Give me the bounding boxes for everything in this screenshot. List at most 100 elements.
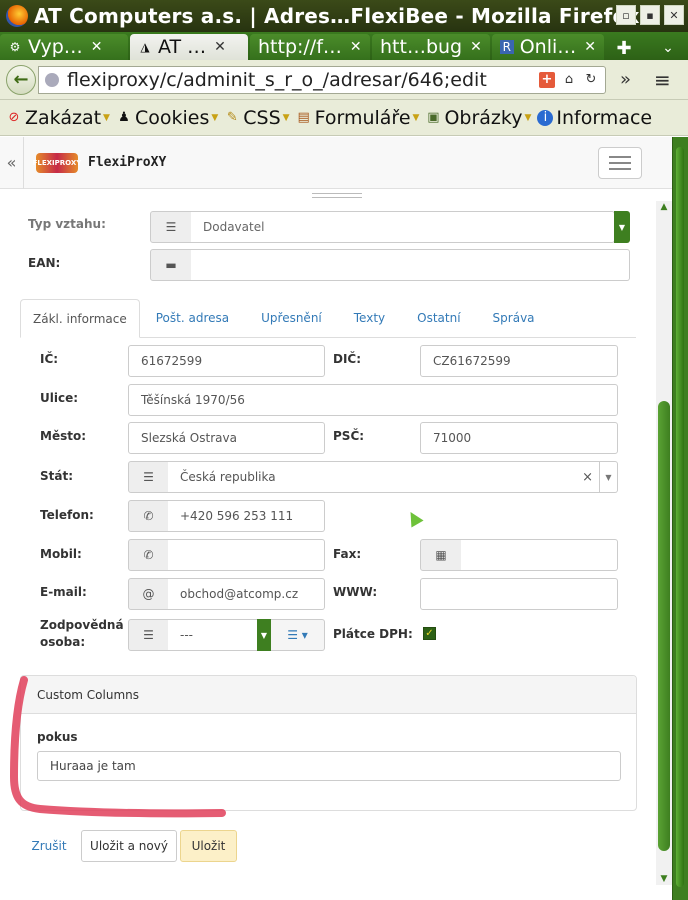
browser-tab[interactable]: http://f… ✕ (250, 34, 370, 60)
bookmark-informace[interactable]: i Informace (537, 107, 652, 129)
maximize-button[interactable]: ▪ (640, 5, 660, 25)
window-title: AT Computers a.s. | Adres…FlexiBee - Moz… (34, 4, 640, 28)
url-bar[interactable]: flexiproxy/c/adminit_s_r_o_/adresar/646;… (38, 65, 606, 94)
new-tab-icon[interactable]: ✚ (612, 36, 636, 60)
psc-label: PSČ: (333, 429, 365, 443)
caret-down-icon: ▼ (103, 112, 110, 123)
scroll-down-icon[interactable]: ▼ (656, 873, 672, 885)
telefon-label: Telefon: (40, 508, 94, 522)
add-bookmark-icon[interactable]: + (539, 71, 555, 88)
collapse-chevron-icon[interactable]: « (0, 137, 24, 189)
zodp-select[interactable]: --- (168, 619, 258, 651)
ulice-input[interactable]: Těšínská 1970/56 (128, 384, 618, 416)
r-icon: R (500, 40, 514, 54)
hamburger-menu-icon[interactable]: ≡ (654, 68, 676, 92)
tab-label: http://f… (258, 36, 342, 58)
mobil-label: Mobil: (40, 547, 82, 561)
dic-label: DIČ: (333, 352, 362, 366)
bookmark-css[interactable]: ✎ CSS ▼ (224, 106, 290, 129)
home-icon[interactable]: ⌂ (561, 72, 577, 88)
email-input[interactable]: obchod@atcomp.cz (168, 578, 325, 610)
phone-icon: ✆ (128, 500, 169, 532)
save-button[interactable]: Uložit (180, 830, 237, 862)
tab-texty[interactable]: Texty (338, 299, 401, 337)
bookmark-obrazky[interactable]: ▣ Obrázky ▼ (425, 107, 531, 129)
cancel-link[interactable]: Zrušit (24, 830, 74, 862)
fax-input[interactable] (461, 539, 618, 571)
no-icon: ⊘ (8, 110, 20, 125)
window-controls: ▫ ▪ ✕ (616, 5, 684, 25)
mobil-input[interactable] (168, 539, 325, 571)
tab-strip: ⚙ Vyp… ✕ ◮ AT … ✕ http://f… ✕ htt…bug ✕ … (0, 32, 688, 60)
mesto-input[interactable]: Slezská Ostrava (128, 422, 325, 454)
bookmark-cookies[interactable]: ♟ Cookies ▼ (116, 107, 218, 129)
tab-label: AT … (158, 36, 207, 58)
url-text: flexiproxy/c/adminit_s_r_o_/adresar/646;… (67, 68, 487, 91)
dic-input[interactable]: CZ61672599 (420, 345, 618, 377)
browser-tab-active[interactable]: ◮ AT … ✕ (130, 34, 248, 60)
bookmark-zakazat[interactable]: ⊘ Zakázat ▼ (6, 107, 110, 129)
overflow-chevron-icon[interactable]: » (620, 69, 642, 90)
list-menu-button[interactable]: ☰ ▾ (271, 619, 325, 651)
back-arrow-icon[interactable]: ← (6, 64, 36, 95)
telefon-input[interactable]: +420 596 253 111 (168, 500, 325, 532)
close-icon[interactable]: ✕ (350, 39, 362, 55)
bookmark-label: CSS (243, 106, 281, 129)
custom-columns-panel: Custom Columns pokus Huraaa je tam (20, 675, 637, 811)
app-logo[interactable]: FLEXIPROXY (33, 152, 81, 173)
person-icon: ♟ (118, 110, 130, 125)
image-icon: ▣ (427, 110, 440, 125)
bookmark-formulare[interactable]: ▤ Formuláře ▼ (296, 106, 420, 129)
reload-icon[interactable]: ↻ (583, 72, 599, 88)
tab-list-chevron-icon[interactable]: ⌄ (656, 36, 680, 60)
close-window-button[interactable]: ✕ (664, 5, 684, 25)
bookmarks-toolbar: ⊘ Zakázat ▼ ♟ Cookies ▼ ✎ CSS ▼ ▤ Formul… (0, 100, 688, 136)
mouse-cursor-icon (404, 508, 424, 528)
bookmark-label: Obrázky (444, 106, 523, 129)
pokus-input[interactable]: Huraaa je tam (37, 751, 621, 781)
ulice-label: Ulice: (40, 391, 79, 405)
minimize-button[interactable]: ▫ (616, 5, 636, 25)
browser-tab[interactable]: R Onli… ✕ (492, 34, 604, 60)
platce-dph-checkbox[interactable]: ✓ (423, 627, 436, 640)
save-and-new-button[interactable]: Uložit a nový (81, 830, 177, 862)
tab-label: Vyp… (28, 36, 83, 58)
close-icon[interactable]: ✕ (584, 39, 596, 55)
tab-upresneni[interactable]: Upřesnění (245, 299, 338, 337)
tab-sprava[interactable]: Správa (477, 299, 551, 337)
ic-input[interactable]: 61672599 (128, 345, 325, 377)
tab-ostatni[interactable]: Ostatní (401, 299, 476, 337)
ean-input[interactable] (191, 249, 630, 281)
bookmark-label: Informace (556, 106, 653, 129)
chevron-down-icon[interactable]: ▼ (599, 462, 617, 492)
browser-tab[interactable]: ⚙ Vyp… ✕ (0, 34, 128, 60)
tab-zakl-informace[interactable]: Zákl. informace (20, 299, 140, 338)
typ-vztahu-label: Typ vztahu: (28, 217, 106, 231)
window-titlebar: AT Computers a.s. | Adres…FlexiBee - Moz… (0, 0, 688, 32)
navbar-toggle-button[interactable] (598, 147, 642, 179)
browser-tab[interactable]: htt…bug ✕ (372, 34, 490, 60)
close-icon[interactable]: ✕ (91, 39, 103, 55)
stat-select[interactable]: Česká republika × ▼ (168, 461, 618, 493)
app-brand[interactable]: FlexiProXY (88, 155, 166, 170)
www-input[interactable] (420, 578, 618, 610)
scrollbar-thumb[interactable] (658, 401, 670, 851)
page-scrollbar[interactable]: ▲ ▼ (656, 201, 672, 885)
typ-vztahu-select[interactable]: Dodavatel (191, 211, 615, 243)
dropdown-caret-icon[interactable]: ▼ (257, 619, 271, 651)
resize-grip[interactable] (312, 193, 362, 198)
scroll-up-icon[interactable]: ▲ (656, 201, 672, 213)
close-icon[interactable]: ✕ (470, 39, 482, 55)
list-icon: ☰ (128, 619, 169, 651)
tab-label: Onli… (519, 36, 577, 58)
psc-input[interactable]: 71000 (420, 422, 618, 454)
close-icon[interactable]: ✕ (214, 39, 226, 55)
zodp-label-line2: osoba: (40, 635, 86, 649)
tab-post-adresa[interactable]: Pošt. adresa (140, 299, 245, 337)
clear-icon[interactable]: × (582, 470, 593, 485)
caret-down-icon: ▼ (412, 112, 420, 123)
bookmark-label: Formuláře (314, 106, 411, 129)
caret-down-icon: ▼ (282, 112, 290, 123)
tab-label: htt…bug (380, 36, 463, 58)
dropdown-caret-icon[interactable]: ▼ (614, 211, 630, 243)
